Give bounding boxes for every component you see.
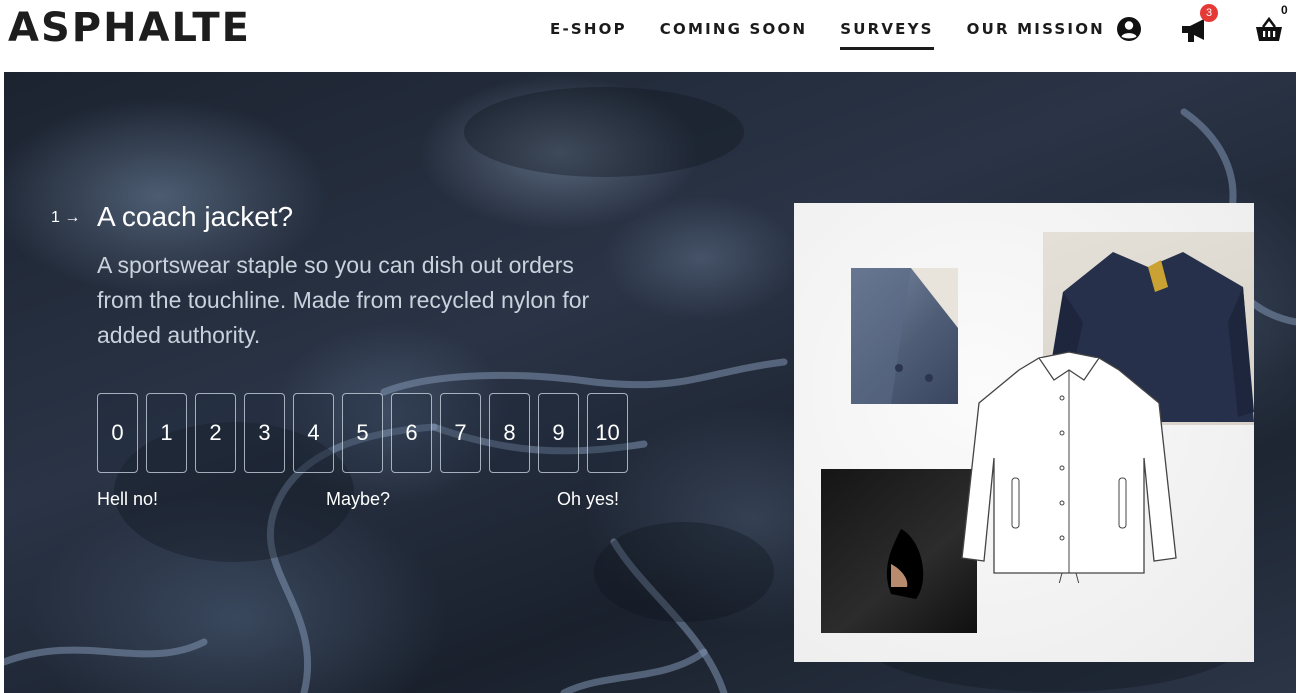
main-nav: E-SHOP COMING SOON SURVEYS OUR MISSION xyxy=(550,20,1138,50)
rating-option-7[interactable]: 7 xyxy=(440,393,481,473)
rating-option-6[interactable]: 6 xyxy=(391,393,432,473)
nav-coming-soon[interactable]: COMING SOON xyxy=(660,20,807,46)
nav-surveys[interactable]: SURVEYS xyxy=(840,20,935,50)
scale-label-low: Hell no! xyxy=(97,489,159,509)
rating-option-9[interactable]: 9 xyxy=(538,393,579,473)
rating-option-5[interactable]: 5 xyxy=(342,393,383,473)
question-description: A sportswear staple so you can dish out … xyxy=(97,252,590,348)
nav-eshop[interactable]: E-SHOP xyxy=(550,20,627,46)
notification-badge: 3 xyxy=(1200,4,1218,22)
rating-option-10[interactable]: 10 xyxy=(587,393,628,473)
rating-option-3[interactable]: 3 xyxy=(244,393,285,473)
brand-logo[interactable]: ASPHALTE xyxy=(8,4,251,52)
survey-hero: 1 → A coach jacket? A sportswear staple … xyxy=(4,72,1296,693)
scale-label-high: Oh yes! xyxy=(557,489,620,509)
basket-icon[interactable] xyxy=(1254,16,1284,46)
rating-option-8[interactable]: 8 xyxy=(489,393,530,473)
header: ASPHALTE E-SHOP COMING SOON SURVEYS OUR … xyxy=(0,0,1300,70)
account-icon[interactable] xyxy=(1114,14,1144,44)
nav-our-mission[interactable]: OUR MISSION xyxy=(967,20,1105,46)
rating-option-4[interactable]: 4 xyxy=(293,393,334,473)
question-number: 1 → xyxy=(51,209,81,226)
product-image xyxy=(794,203,1254,662)
cart-count: 0 xyxy=(1281,3,1288,17)
jacket-technical-drawing xyxy=(954,348,1184,583)
rating-option-0[interactable]: 0 xyxy=(97,393,138,473)
scale-label-mid: Maybe? xyxy=(326,489,391,509)
question-title: A coach jacket? xyxy=(97,201,294,232)
rating-option-1[interactable]: 1 xyxy=(146,393,187,473)
product-photo-detail xyxy=(851,268,958,404)
rating-option-2[interactable]: 2 xyxy=(195,393,236,473)
